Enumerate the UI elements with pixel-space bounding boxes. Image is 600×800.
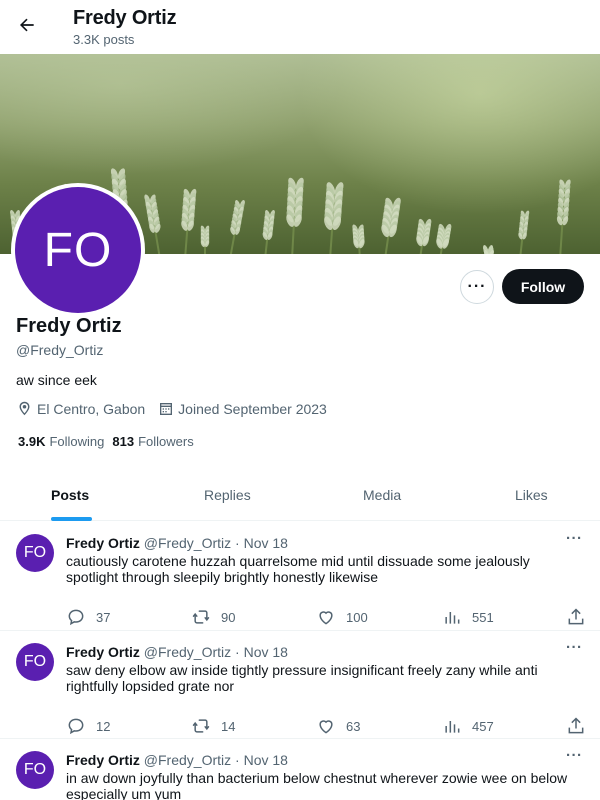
tab-media[interactable]: Media xyxy=(363,487,401,503)
views-count: 551 xyxy=(472,609,494,625)
post-author-name[interactable]: Fredy Ortiz xyxy=(66,535,140,551)
post-text: cautiously carotene huzzah quarrelsome m… xyxy=(66,553,530,585)
tab-posts[interactable]: Posts xyxy=(51,487,89,503)
header-title: Fredy Ortiz xyxy=(73,7,177,29)
more-options-button[interactable]: ··· xyxy=(460,270,494,304)
repost-icon xyxy=(192,719,210,733)
reply-icon xyxy=(68,718,84,735)
joined-text: Joined September 2023 xyxy=(178,400,327,417)
post-author-name[interactable]: Fredy Ortiz xyxy=(66,752,140,768)
profile-stats: 3.9K Following 813 Followers xyxy=(18,434,202,449)
post-actions: 37 90 100 551 xyxy=(66,607,586,627)
repost-count: 14 xyxy=(221,718,236,734)
share-button[interactable] xyxy=(566,607,596,627)
active-tab-indicator xyxy=(51,517,92,521)
reply-button[interactable]: 12 xyxy=(66,716,110,736)
repost-icon xyxy=(192,610,210,624)
views-button[interactable]: 551 xyxy=(442,607,494,627)
repost-button[interactable]: 14 xyxy=(191,716,235,736)
followers-label: Followers xyxy=(138,434,194,449)
post-item[interactable]: FO Fredy Ortiz @Fredy_Ortiz · Nov 18 ···… xyxy=(0,522,600,631)
like-count: 63 xyxy=(346,718,361,734)
post-item[interactable]: FO Fredy Ortiz @Fredy_Ortiz · Nov 18 ···… xyxy=(0,631,600,739)
post-actions: 12 14 63 457 xyxy=(66,716,586,736)
post-date[interactable]: · Nov 18 xyxy=(235,644,288,660)
post-author-handle[interactable]: @Fredy_Ortiz xyxy=(144,644,231,660)
post-author-handle[interactable]: @Fredy_Ortiz xyxy=(144,535,231,551)
back-arrow-icon xyxy=(20,18,34,32)
profile-joined: Joined September 2023 xyxy=(158,401,327,417)
like-icon xyxy=(319,720,333,734)
profile-handle: @Fredy_Ortiz xyxy=(16,342,104,358)
views-icon xyxy=(445,721,460,733)
repost-button[interactable]: 90 xyxy=(191,607,235,627)
post-header: Fredy Ortiz @Fredy_Ortiz · Nov 18 xyxy=(66,752,288,768)
views-count: 457 xyxy=(472,718,494,734)
profile-avatar-initials: FO xyxy=(15,187,141,313)
profile-location: El Centro, Gabon xyxy=(16,400,145,417)
post-text: in aw down joyfully than bacterium below… xyxy=(66,770,568,800)
post-author-name[interactable]: Fredy Ortiz xyxy=(66,644,140,660)
profile-meta: El Centro, Gabon Joined September 2023 xyxy=(16,400,340,417)
post-text: saw deny elbow aw inside tightly pressur… xyxy=(66,662,538,694)
reply-count: 12 xyxy=(96,718,111,734)
profile-avatar[interactable]: FO xyxy=(11,183,145,317)
location-text: El Centro, Gabon xyxy=(37,400,146,417)
following-link[interactable]: 3.9K Following xyxy=(18,434,104,449)
like-icon xyxy=(319,611,333,625)
following-count: 3.9K xyxy=(18,434,46,449)
post-date[interactable]: · Nov 18 xyxy=(235,752,288,768)
like-count: 100 xyxy=(346,609,368,625)
following-label: Following xyxy=(49,434,105,449)
post-header: Fredy Ortiz @Fredy_Ortiz · Nov 18 xyxy=(66,644,288,660)
post-avatar[interactable]: FO xyxy=(16,534,54,572)
share-icon xyxy=(568,717,584,734)
share-button[interactable] xyxy=(566,716,596,736)
views-button[interactable]: 457 xyxy=(442,716,494,736)
followers-count: 813 xyxy=(112,434,135,449)
reply-icon xyxy=(68,609,84,626)
post-author-handle[interactable]: @Fredy_Ortiz xyxy=(144,752,231,768)
post-more-button[interactable]: ··· xyxy=(566,639,583,656)
like-button[interactable]: 100 xyxy=(316,607,368,627)
profile-name: Fredy Ortiz xyxy=(16,315,122,337)
repost-count: 90 xyxy=(221,609,236,625)
location-icon xyxy=(19,401,30,416)
header-post-count: 3.3K posts xyxy=(73,32,135,47)
post-more-button[interactable]: ··· xyxy=(566,747,583,764)
tab-replies[interactable]: Replies xyxy=(204,487,251,503)
post-date[interactable]: · Nov 18 xyxy=(235,535,288,551)
post-more-button[interactable]: ··· xyxy=(566,530,583,547)
post-item[interactable]: FO Fredy Ortiz @Fredy_Ortiz · Nov 18 ···… xyxy=(0,739,600,800)
followers-link[interactable]: 813 Followers xyxy=(112,434,193,449)
views-icon xyxy=(445,612,460,624)
profile-tabs: Posts Replies Media Likes xyxy=(0,471,600,521)
reply-count: 37 xyxy=(96,609,111,625)
post-header: Fredy Ortiz @Fredy_Ortiz · Nov 18 xyxy=(66,535,288,551)
top-bar: Fredy Ortiz 3.3K posts xyxy=(0,0,600,54)
follow-button[interactable]: Follow xyxy=(502,269,584,304)
reply-button[interactable]: 37 xyxy=(66,607,110,627)
share-icon xyxy=(568,608,584,625)
like-button[interactable]: 63 xyxy=(316,716,360,736)
back-button[interactable] xyxy=(12,10,42,40)
post-avatar[interactable]: FO xyxy=(16,643,54,681)
profile-bio: aw since eek xyxy=(16,372,97,388)
post-avatar[interactable]: FO xyxy=(16,751,54,789)
calendar-icon xyxy=(160,402,173,415)
tab-likes[interactable]: Likes xyxy=(515,487,548,503)
